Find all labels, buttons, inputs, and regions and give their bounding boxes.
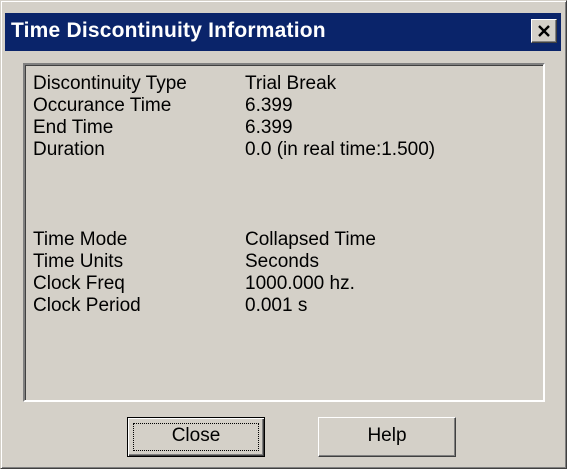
info-value: 6.399 [245, 95, 293, 116]
info-value: 1000.000 hz. [245, 273, 355, 294]
info-label: Discontinuity Type [33, 73, 187, 94]
close-button[interactable]: Close [127, 417, 265, 457]
close-button-label: Close [171, 425, 221, 446]
info-panel: Discontinuity Type Trial Break Occurance… [23, 63, 545, 402]
info-label: Time Mode [33, 229, 128, 250]
help-button-label: Help [367, 425, 407, 446]
info-value: 0.0 (in real time:1.500) [245, 139, 436, 160]
info-label: Clock Freq [33, 273, 125, 294]
info-value: 6.399 [245, 117, 293, 138]
info-label: Occurance Time [33, 95, 172, 116]
window-title: Time Discontinuity Information [11, 19, 326, 42]
help-button[interactable]: Help [318, 417, 456, 457]
close-icon [538, 25, 550, 37]
info-label: End Time [33, 117, 114, 138]
info-label: Clock Period [33, 295, 141, 316]
dialog-window: Time Discontinuity Information Discontin… [0, 0, 567, 469]
info-value: Trial Break [245, 73, 337, 94]
title-bar[interactable]: Time Discontinuity Information [5, 13, 561, 51]
info-value: Seconds [245, 251, 319, 272]
info-label: Time Units [33, 251, 124, 272]
info-label: Duration [33, 139, 105, 160]
info-value: Collapsed Time [245, 229, 376, 250]
title-close-button[interactable] [531, 19, 557, 43]
info-value: 0.001 s [245, 295, 308, 316]
